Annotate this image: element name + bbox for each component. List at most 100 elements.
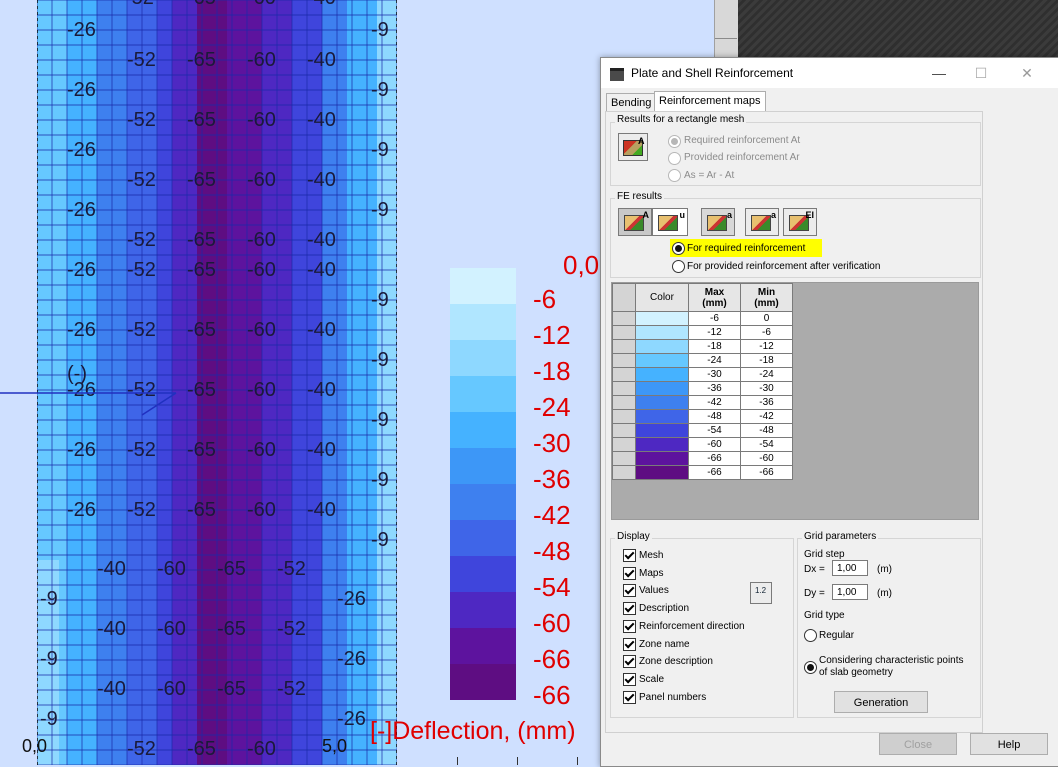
row-header[interactable]	[612, 325, 636, 340]
color-cell[interactable]	[635, 311, 689, 326]
row-header[interactable]	[612, 367, 636, 382]
table-row[interactable]: -60 -54	[612, 437, 793, 452]
max-cell[interactable]: -30	[688, 367, 741, 382]
close-window-button[interactable]: ✕	[1005, 62, 1049, 84]
table-row[interactable]: -66 -60	[612, 451, 793, 466]
max-cell[interactable]: -48	[688, 409, 741, 424]
tab-reinforcement-maps[interactable]: Reinforcement maps	[654, 91, 766, 113]
map-value: -52	[127, 109, 156, 131]
table-row[interactable]: -30 -24	[612, 367, 793, 382]
fe-result-icon[interactable]: u	[652, 208, 688, 236]
row-header[interactable]	[612, 451, 636, 466]
max-cell[interactable]: -12	[688, 325, 741, 340]
dialog-titlebar[interactable]: Plate and Shell Reinforcement — ☐ ✕	[601, 58, 1058, 88]
table-row[interactable]: -6 0	[612, 311, 793, 326]
table-row[interactable]: -18 -12	[612, 339, 793, 354]
min-cell[interactable]: -36	[740, 395, 793, 410]
min-cell[interactable]: -42	[740, 409, 793, 424]
max-cell[interactable]: -18	[688, 339, 741, 354]
min-cell[interactable]: -60	[740, 451, 793, 466]
min-cell[interactable]: -54	[740, 437, 793, 452]
color-cell[interactable]	[635, 367, 689, 382]
color-cell[interactable]	[635, 423, 689, 438]
fe-provided-radio[interactable]	[672, 260, 685, 273]
color-cell[interactable]	[635, 437, 689, 452]
row-header[interactable]	[612, 409, 636, 424]
row-header[interactable]	[612, 311, 636, 326]
checkbox-maps[interactable]	[623, 566, 636, 580]
table-row[interactable]: -36 -30	[612, 381, 793, 396]
row-header[interactable]	[612, 437, 636, 452]
row-header[interactable]	[612, 381, 636, 396]
provided-reinforcement-radio[interactable]	[668, 152, 681, 165]
dx-input[interactable]: 1,00	[832, 560, 868, 576]
checkbox-zone-name[interactable]	[623, 637, 636, 651]
min-cell[interactable]: -30	[740, 381, 793, 396]
maximize-button[interactable]: ☐	[959, 62, 1003, 84]
fe-result-icon[interactable]: A	[618, 208, 652, 236]
table-row[interactable]: -54 -48	[612, 423, 793, 438]
checkbox-zone-description[interactable]	[623, 655, 636, 669]
max-cell[interactable]: -24	[688, 353, 741, 368]
min-cell[interactable]: -12	[740, 339, 793, 354]
color-cell[interactable]	[635, 381, 689, 396]
fe-result-icon[interactable]: EI	[783, 208, 817, 236]
max-cell[interactable]: -42	[688, 395, 741, 410]
max-cell[interactable]: -66	[688, 451, 741, 466]
max-cell[interactable]: -54	[688, 423, 741, 438]
tab-bending[interactable]: Bending	[606, 93, 657, 112]
checkbox-reinforcement-direction[interactable]	[623, 619, 636, 633]
min-cell[interactable]: -66	[740, 465, 793, 480]
checkbox-scale[interactable]	[623, 672, 636, 686]
row-header[interactable]	[612, 423, 636, 438]
checkbox-values[interactable]	[623, 584, 636, 598]
color-cell[interactable]	[635, 395, 689, 410]
map-value: -52	[277, 558, 306, 580]
max-cell[interactable]: -36	[688, 381, 741, 396]
regular-radio[interactable]	[804, 629, 817, 642]
required-reinforcement-radio[interactable]	[668, 135, 681, 148]
table-row[interactable]: -66 -66	[612, 465, 793, 480]
min-cell[interactable]: -18	[740, 353, 793, 368]
color-cell[interactable]	[635, 409, 689, 424]
as-difference-radio[interactable]	[668, 169, 681, 182]
row-header[interactable]	[612, 395, 636, 410]
considering-radio[interactable]	[804, 661, 817, 674]
min-cell[interactable]: -48	[740, 423, 793, 438]
header-min: Min (mm)	[740, 283, 793, 312]
map-value: -60	[247, 379, 276, 401]
generation-button[interactable]: Generation	[834, 691, 928, 713]
min-cell[interactable]: -24	[740, 367, 793, 382]
map-value: -26	[337, 588, 366, 610]
close-button[interactable]: Close	[879, 733, 957, 755]
min-cell[interactable]: -6	[740, 325, 793, 340]
values-settings-icon[interactable]: 1.2	[750, 582, 772, 604]
color-cell[interactable]	[635, 465, 689, 480]
color-cell[interactable]	[635, 353, 689, 368]
row-header[interactable]	[612, 465, 636, 480]
max-cell[interactable]: -6	[688, 311, 741, 326]
color-range-table[interactable]: Color Max (mm) Min (mm) -6 0 -12 -6 -18 -12 -2…	[611, 282, 979, 520]
table-row[interactable]: -12 -6	[612, 325, 793, 340]
max-cell[interactable]: -60	[688, 437, 741, 452]
rect-mesh-map-icon[interactable]: A	[618, 133, 648, 161]
table-row[interactable]: -24 -18	[612, 353, 793, 368]
checkbox-description[interactable]	[623, 602, 636, 616]
fe-result-icon[interactable]: a	[745, 208, 779, 236]
color-cell[interactable]	[635, 451, 689, 466]
table-row[interactable]: -48 -42	[612, 409, 793, 424]
fe-result-icon[interactable]: a	[701, 208, 735, 236]
row-header[interactable]	[612, 353, 636, 368]
max-cell[interactable]: -66	[688, 465, 741, 480]
min-cell[interactable]: 0	[740, 311, 793, 326]
color-cell[interactable]	[635, 325, 689, 340]
checkbox-mesh[interactable]	[623, 549, 636, 562]
dy-input[interactable]: 1,00	[832, 584, 868, 600]
table-row[interactable]: -42 -36	[612, 395, 793, 410]
checkbox-panel-numbers[interactable]	[623, 690, 636, 704]
help-button[interactable]: Help	[970, 733, 1048, 755]
minimize-button[interactable]: —	[917, 62, 961, 84]
color-cell[interactable]	[635, 339, 689, 354]
row-header[interactable]	[612, 339, 636, 354]
fe-required-radio[interactable]	[672, 242, 685, 255]
